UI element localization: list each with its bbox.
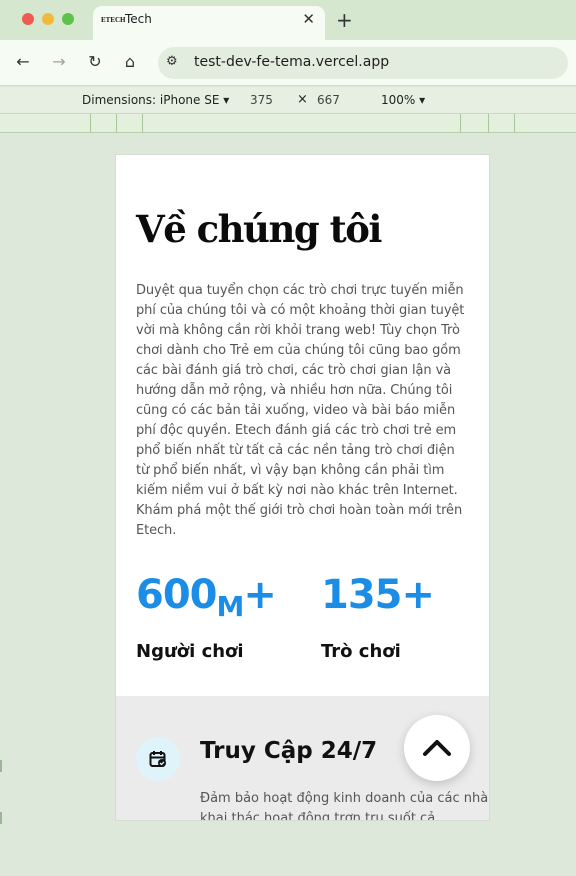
device-toolbar: Dimensions: iPhone SE ▾ 375 × 667 100% ▾ [0, 87, 576, 114]
home-icon[interactable]: ⌂ [120, 52, 140, 71]
stat-players: 600M+ Người chơi [136, 571, 277, 662]
times-icon: × [297, 92, 308, 107]
back-arrow-icon[interactable]: ← [13, 52, 33, 71]
page-edge-marker [0, 760, 2, 772]
address-bar[interactable]: ⚙ test-dev-fe-tema.vercel.app [158, 47, 568, 79]
calendar-check-icon [136, 737, 180, 781]
minimize-window-button[interactable] [42, 13, 54, 25]
page-edge-marker [0, 812, 2, 824]
browser-tab-bar: ETECH Tech ✕ + [0, 0, 576, 40]
stat-label: Người chơi [136, 641, 244, 662]
site-settings-icon[interactable]: ⚙ [166, 54, 178, 69]
maximize-window-button[interactable] [62, 13, 74, 25]
media-query-bar [0, 114, 576, 133]
feature-description: Đảm bảo hoạt động kinh doanh của các nhà… [200, 791, 489, 821]
zoom-select[interactable]: 100% ▾ [381, 93, 425, 107]
tab-title: Tech [125, 12, 152, 26]
close-tab-icon[interactable]: ✕ [302, 10, 315, 28]
device-select[interactable]: Dimensions: iPhone SE ▾ [82, 93, 229, 107]
url-text[interactable]: test-dev-fe-tema.vercel.app [194, 54, 389, 70]
stat-label: Trò chơi [321, 641, 401, 662]
media-query-marker[interactable] [460, 114, 461, 133]
media-query-marker[interactable] [488, 114, 489, 133]
height-input[interactable]: 667 [317, 93, 340, 107]
close-window-button[interactable] [22, 13, 34, 25]
stat-number: 600M+ [136, 572, 277, 623]
site-favicon: ETECH [101, 16, 126, 24]
new-tab-icon[interactable]: + [336, 8, 353, 32]
media-query-marker[interactable] [514, 114, 515, 133]
stat-number: 135+ [321, 572, 435, 618]
reload-icon[interactable]: ↻ [85, 52, 105, 71]
chevron-up-icon [423, 740, 451, 756]
feature-title: Truy Cập 24/7 [200, 738, 378, 764]
browser-toolbar: ← → ↻ ⌂ ⚙ test-dev-fe-tema.vercel.app [0, 40, 576, 86]
width-input[interactable]: 375 [250, 93, 273, 107]
browser-tab[interactable]: ETECH Tech ✕ [93, 6, 325, 40]
media-query-marker[interactable] [142, 114, 143, 133]
stat-games: 135+ Trò chơi [321, 571, 435, 662]
page-title: Về chúng tôi [136, 207, 382, 251]
scroll-to-top-button[interactable] [404, 715, 470, 781]
about-description: Duyệt qua tuyển chọn các trò chơi trực t… [136, 283, 465, 538]
media-query-marker[interactable] [90, 114, 91, 133]
forward-arrow-icon[interactable]: → [49, 52, 69, 71]
media-query-marker[interactable] [116, 114, 117, 133]
